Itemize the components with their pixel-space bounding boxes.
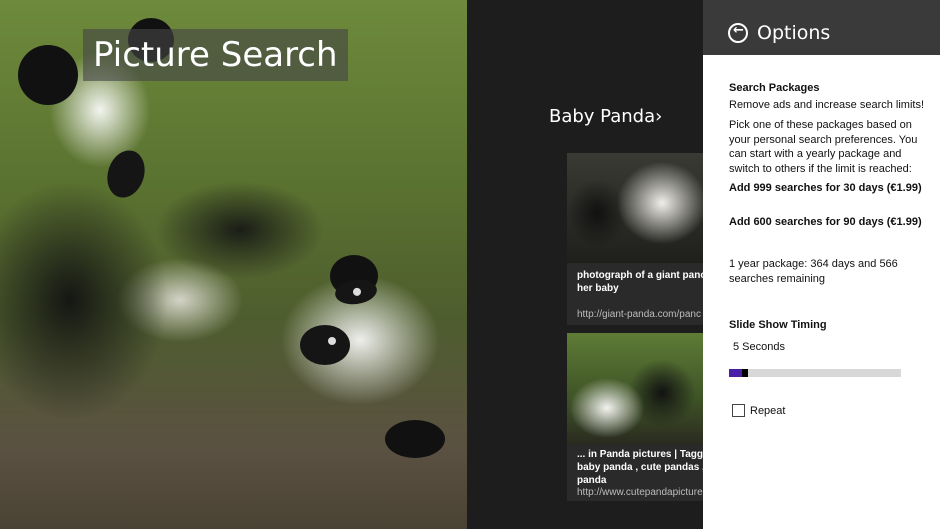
search-packages-description: your personal search preferences. You xyxy=(729,133,918,146)
search-packages-description: can start with a yearly package and xyxy=(729,148,902,160)
group-header-label: Baby Panda xyxy=(549,106,656,127)
package-90-days-link[interactable]: Add 600 searches for 90 days (€1.99) xyxy=(729,216,922,228)
back-button[interactable]: ← xyxy=(728,23,748,43)
options-flyout: ← Options Search Packages Remove ads and… xyxy=(703,0,940,529)
result-card[interactable]: photograph of a giant panc her baby http… xyxy=(567,153,703,325)
search-packages-subtitle: Remove ads and increase search limits! xyxy=(729,99,925,111)
result-caption: her baby xyxy=(577,283,619,294)
result-url: http://giant-panda.com/panc xyxy=(577,309,701,320)
repeat-checkbox[interactable] xyxy=(732,404,745,417)
result-caption: ... in Panda pictures | Tagge xyxy=(577,449,703,460)
panda-eye xyxy=(101,145,151,203)
package-30-days-link[interactable]: Add 999 searches for 30 days (€1.99) xyxy=(729,182,922,194)
slideshow-timing-value: 5 Seconds xyxy=(733,341,785,353)
search-packages-description: switch to others if the limit is reached… xyxy=(729,162,912,175)
back-arrow-icon: ← xyxy=(733,23,744,38)
result-caption: panda xyxy=(577,475,607,486)
slideshow-timing-slider[interactable] xyxy=(729,369,901,377)
search-packages-description: Pick one of these packages based on xyxy=(729,119,912,131)
package-status: searches remaining xyxy=(729,272,825,285)
slider-thumb[interactable] xyxy=(742,369,748,377)
search-packages-heading: Search Packages xyxy=(729,82,820,94)
package-status: 1 year package: 364 days and 566 xyxy=(729,258,898,270)
options-header: ← Options xyxy=(703,0,940,55)
result-thumbnail xyxy=(567,333,703,445)
slideshow-timing-heading: Slide Show Timing xyxy=(729,319,827,331)
chevron-right-icon: › xyxy=(655,106,663,127)
eye-highlight xyxy=(352,287,362,297)
result-caption: photograph of a giant panc xyxy=(577,270,703,281)
result-thumbnail xyxy=(567,153,703,263)
hero-image: Picture Search xyxy=(0,0,467,529)
panda-eye xyxy=(300,325,350,365)
group-header-baby-panda[interactable]: Baby Panda› xyxy=(549,106,662,127)
result-card[interactable]: ... in Panda pictures | Tagge baby panda… xyxy=(567,333,703,501)
options-title: Options xyxy=(757,22,831,44)
panda-ear xyxy=(18,45,78,105)
repeat-label: Repeat xyxy=(750,405,786,417)
page-title: Picture Search xyxy=(93,35,338,75)
eye-highlight xyxy=(328,337,336,345)
result-url: http://www.cutepandapicture xyxy=(577,487,703,498)
page-title-banner: Picture Search xyxy=(83,29,348,81)
panda-ear xyxy=(385,420,445,458)
result-caption: baby panda , cute pandas , xyxy=(577,462,703,473)
